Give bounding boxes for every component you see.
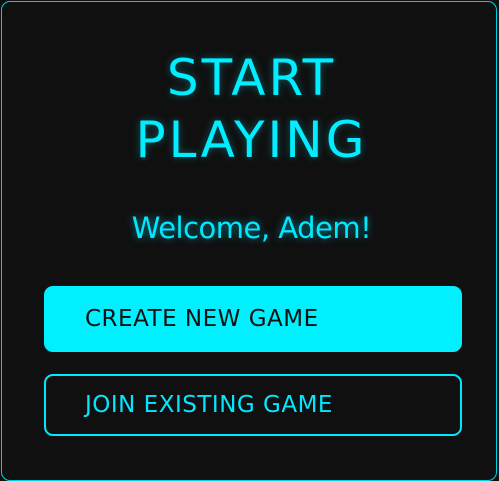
create-new-game-label: CREATE NEW GAME — [85, 306, 319, 332]
create-new-game-button[interactable]: CREATE NEW GAME — [44, 286, 462, 352]
welcome-message: Welcome, Adem! — [131, 211, 372, 245]
join-existing-game-label: JOIN EXISTING GAME — [85, 392, 333, 418]
page-title-line-2: PLAYING — [135, 111, 368, 169]
join-existing-game-button[interactable]: JOIN EXISTING GAME — [44, 374, 462, 436]
start-playing-card: START PLAYING Welcome, Adem! CREATE NEW … — [1, 1, 497, 481]
page-title-line-1: START — [166, 49, 337, 107]
